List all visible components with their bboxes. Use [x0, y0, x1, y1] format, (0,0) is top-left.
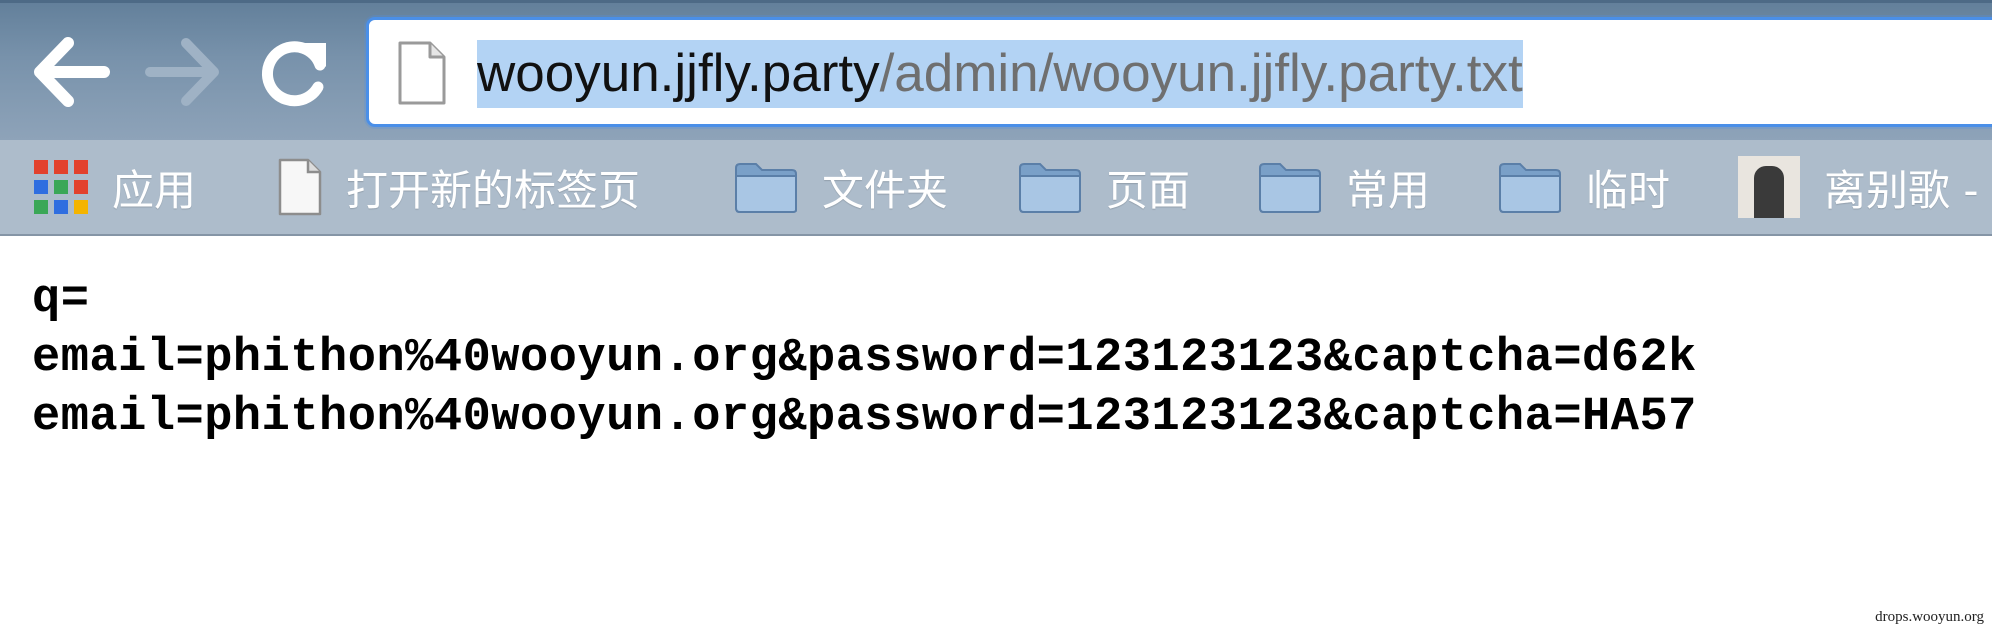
page-icon — [397, 40, 447, 106]
forward-button[interactable] — [140, 29, 226, 115]
bookmark-folder-2[interactable]: 页面 — [1018, 140, 1190, 234]
arrow-right-icon — [145, 38, 219, 106]
browser-toolbar: wooyun.jjfly.party/admin/wooyun.jjfly.pa… — [0, 0, 1992, 140]
bookmark-label: 临时 — [1586, 165, 1671, 215]
bookmark-label: 打开新的标签页 — [346, 165, 641, 215]
watermark: drops.wooyun.org — [1875, 609, 1984, 625]
document-icon — [278, 158, 322, 216]
folder-icon — [1499, 163, 1561, 213]
bookmarks-bar: 应用 打开新的标签页 文件夹 页面 常用 临时 离别歌 - — [0, 140, 1992, 236]
bookmark-apps[interactable]: 应用 — [34, 140, 196, 234]
bookmark-label: 应用 — [112, 165, 197, 215]
bookmark-label: 文件夹 — [822, 165, 949, 215]
apps-grid-icon — [34, 160, 88, 214]
bookmark-label: 常用 — [1346, 165, 1431, 215]
reload-button[interactable] — [252, 29, 338, 115]
folder-icon — [735, 163, 797, 213]
url-path: /admin/wooyun.jjfly.party.txt — [879, 44, 1523, 103]
folder-icon — [1019, 163, 1081, 213]
bookmark-label: 离别歌 - — [1824, 165, 1979, 215]
address-bar[interactable]: wooyun.jjfly.party/admin/wooyun.jjfly.pa… — [366, 17, 1992, 127]
bookmark-site[interactable]: 离别歌 - — [1738, 140, 1979, 234]
text-line: email=phithon%40wooyun.org&password=1231… — [32, 391, 1697, 444]
bookmark-folder-3[interactable]: 常用 — [1258, 140, 1430, 234]
bookmark-folder-1[interactable]: 文件夹 — [734, 140, 948, 234]
bookmark-folder-4[interactable]: 临时 — [1498, 140, 1670, 234]
bookmark-label: 页面 — [1106, 165, 1191, 215]
text-line: q= — [32, 273, 90, 326]
text-line: email=phithon%40wooyun.org&password=1231… — [32, 332, 1697, 385]
document-body: q= email=phithon%40wooyun.org&password=1… — [32, 270, 1697, 447]
avatar-thumbnail — [1738, 156, 1800, 218]
url-host: wooyun.jjfly.party — [477, 44, 880, 103]
bookmark-new-tab[interactable]: 打开新的标签页 — [278, 140, 640, 234]
url-text[interactable]: wooyun.jjfly.party/admin/wooyun.jjfly.pa… — [477, 40, 1523, 108]
back-button[interactable] — [28, 29, 114, 115]
reload-icon — [262, 41, 326, 107]
folder-icon — [1259, 163, 1321, 213]
arrow-left-icon — [34, 37, 110, 107]
